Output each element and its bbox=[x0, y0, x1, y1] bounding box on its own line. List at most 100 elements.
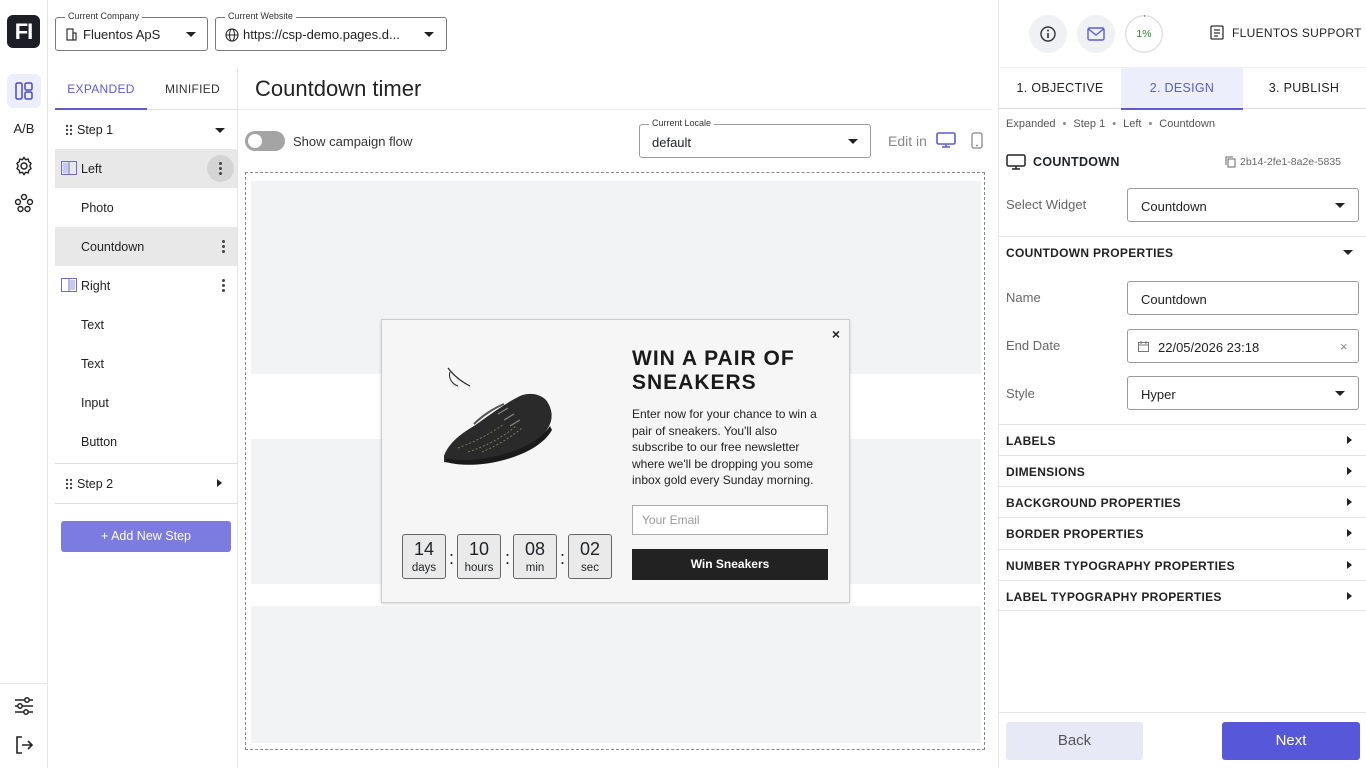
end-date-picker[interactable]: 22/05/2026 23:18 × bbox=[1127, 329, 1359, 363]
section-label-typography[interactable]: LABEL TYPOGRAPHY PROPERTIES bbox=[999, 580, 1366, 611]
more-vertical-icon[interactable] bbox=[222, 279, 225, 294]
section-number-typography[interactable]: NUMBER TYPOGRAPHY PROPERTIES bbox=[999, 549, 1366, 580]
select-widget-dropdown[interactable]: Countdown bbox=[1127, 188, 1359, 222]
widget-title: COUNTDOWN bbox=[1033, 155, 1120, 169]
tree-item-step-1[interactable]: Step 1 bbox=[55, 110, 238, 149]
tree-tabs: EXPANDED MINIFIED bbox=[55, 68, 238, 110]
chevron-right-icon bbox=[1347, 436, 1352, 444]
drag-handle-icon[interactable] bbox=[65, 124, 73, 136]
chevron-down-icon bbox=[1335, 391, 1345, 396]
footer-divider bbox=[999, 712, 1366, 713]
settings-gear-icon[interactable] bbox=[7, 149, 41, 183]
chevron-down-icon bbox=[186, 32, 196, 37]
chevron-right-icon bbox=[1347, 498, 1352, 506]
sliders-icon[interactable] bbox=[7, 689, 41, 723]
drag-handle-icon[interactable] bbox=[65, 478, 73, 490]
style-dropdown[interactable]: Hyper bbox=[1127, 376, 1359, 410]
chevron-right-icon bbox=[1347, 561, 1352, 569]
info-button[interactable] bbox=[1029, 15, 1067, 53]
header-divider bbox=[238, 109, 992, 110]
close-icon[interactable]: × bbox=[832, 326, 840, 342]
countdown-days[interactable]: 14 days bbox=[402, 534, 446, 579]
name-label: Name bbox=[1006, 290, 1041, 305]
section-labels[interactable]: LABELS bbox=[999, 424, 1366, 455]
monitor-icon bbox=[1006, 154, 1026, 170]
section-countdown-properties[interactable]: COUNTDOWN PROPERTIES bbox=[999, 236, 1366, 267]
more-menu-button[interactable] bbox=[207, 155, 234, 182]
website-select[interactable]: Current Website https://csp-demo.pages.d… bbox=[215, 11, 447, 51]
step-objective[interactable]: 1. OBJECTIVE bbox=[999, 68, 1121, 110]
support-link[interactable]: FLUENTOS SUPPORT bbox=[1232, 26, 1362, 40]
countdown-hours[interactable]: 10 hours bbox=[457, 534, 501, 579]
popup-preview[interactable]: × WIN A PAIR OF SNEAKERS Enter now for y… bbox=[381, 319, 850, 603]
breadcrumb: Expanded • Step 1 • Left • Countdown bbox=[1006, 118, 1215, 130]
countdown-seconds[interactable]: 02 sec bbox=[568, 534, 612, 579]
widget-id[interactable]: 2b14-2fe1-8a2e-5835 bbox=[1240, 156, 1341, 168]
mobile-icon[interactable] bbox=[971, 132, 983, 149]
layout-icon[interactable] bbox=[7, 74, 41, 108]
desktop-icon[interactable] bbox=[936, 132, 956, 149]
campaign-flow-label: Show campaign flow bbox=[293, 134, 413, 149]
back-button[interactable]: Back bbox=[1006, 722, 1143, 760]
countdown-separator: : bbox=[560, 548, 566, 568]
left-rail: FI A/B bbox=[0, 0, 48, 768]
globe-icon bbox=[225, 28, 239, 42]
page-title: Countdown timer bbox=[255, 76, 422, 101]
email-input[interactable]: Your Email bbox=[632, 505, 828, 535]
chevron-down-icon bbox=[424, 32, 434, 37]
step-design[interactable]: 2. DESIGN bbox=[1121, 68, 1243, 110]
tree-item-input[interactable]: Input bbox=[55, 383, 238, 422]
locale-select[interactable]: Current Locale default bbox=[639, 118, 871, 158]
tab-minified[interactable]: MINIFIED bbox=[147, 68, 238, 110]
chevron-down-icon bbox=[1343, 250, 1353, 255]
countdown-separator: : bbox=[505, 548, 511, 568]
next-button[interactable]: Next bbox=[1222, 722, 1360, 760]
rail-divider bbox=[0, 683, 47, 684]
ab-test-icon[interactable]: A/B bbox=[7, 111, 41, 145]
end-date-label: End Date bbox=[1006, 338, 1061, 353]
section-background-properties[interactable]: BACKGROUND PROPERTIES bbox=[999, 486, 1366, 517]
tree-item-button[interactable]: Button bbox=[55, 422, 238, 461]
select-widget-label: Select Widget bbox=[1006, 197, 1087, 212]
tree-item-step-2[interactable]: Step 2 bbox=[55, 464, 238, 503]
add-new-step-button[interactable]: + Add New Step bbox=[61, 521, 231, 552]
chevron-right-icon[interactable] bbox=[217, 479, 222, 487]
popup-title[interactable]: WIN A PAIR OF SNEAKERS bbox=[632, 347, 832, 395]
campaign-flow-toggle[interactable] bbox=[245, 131, 285, 151]
tree-item-photo[interactable]: Photo bbox=[55, 188, 238, 227]
countdown-minutes[interactable]: 08 min bbox=[513, 534, 557, 579]
tree-item-countdown[interactable]: Countdown bbox=[55, 227, 238, 266]
win-sneakers-button[interactable]: Win Sneakers bbox=[632, 549, 828, 580]
edit-in-label: Edit in bbox=[888, 133, 927, 149]
building-icon bbox=[65, 28, 77, 41]
panel-divider bbox=[237, 68, 238, 768]
progress-indicator[interactable]: 1% bbox=[1125, 15, 1163, 53]
layer-tree-panel: EXPANDED MINIFIED Step 1 Left Photo Coun… bbox=[55, 68, 238, 768]
tree-item-text[interactable]: Text bbox=[55, 344, 238, 383]
step-publish[interactable]: 3. PUBLISH bbox=[1243, 68, 1365, 110]
clear-icon[interactable]: × bbox=[1340, 339, 1348, 354]
info-icon bbox=[1040, 26, 1056, 42]
tree-item-text[interactable]: Text bbox=[55, 305, 238, 344]
integrations-icon[interactable] bbox=[7, 186, 41, 220]
tree-item-right[interactable]: Right bbox=[55, 266, 238, 305]
wizard-steps: 1. OBJECTIVE 2. DESIGN 3. PUBLISH bbox=[999, 67, 1366, 110]
chevron-down-icon[interactable] bbox=[215, 128, 225, 133]
mail-button[interactable] bbox=[1077, 15, 1115, 53]
section-border-properties[interactable]: BORDER PROPERTIES bbox=[999, 517, 1366, 548]
app-logo[interactable]: FI bbox=[7, 15, 40, 48]
sneaker-photo[interactable] bbox=[438, 364, 562, 472]
more-vertical-icon[interactable] bbox=[222, 240, 225, 255]
company-select[interactable]: Current Company Fluentos ApS bbox=[55, 11, 208, 51]
section-dimensions[interactable]: DIMENSIONS bbox=[999, 455, 1366, 486]
tree-item-left[interactable]: Left bbox=[55, 149, 238, 188]
calendar-icon bbox=[1138, 341, 1149, 352]
popup-body-text[interactable]: Enter now for your chance to win a pair … bbox=[632, 406, 828, 489]
copy-icon[interactable] bbox=[1225, 156, 1236, 168]
tab-expanded[interactable]: EXPANDED bbox=[55, 68, 147, 110]
chevron-down-icon bbox=[1335, 203, 1345, 208]
logout-icon[interactable] bbox=[7, 728, 41, 762]
support-icon[interactable] bbox=[1210, 25, 1224, 40]
chevron-down-icon bbox=[848, 139, 858, 144]
name-input[interactable]: Countdown bbox=[1127, 281, 1359, 315]
